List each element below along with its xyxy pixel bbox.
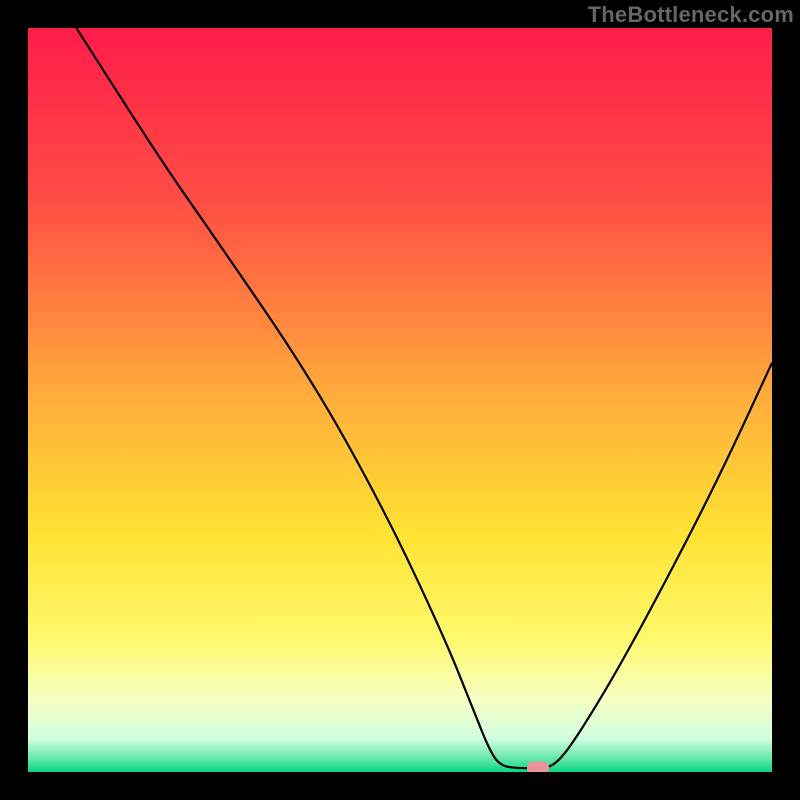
chart-container: TheBottleneck.com: [0, 0, 800, 800]
gradient-background: [28, 28, 772, 772]
watermark-text: TheBottleneck.com: [588, 2, 794, 28]
optimal-point-marker: [527, 762, 549, 772]
plot-area: [28, 28, 772, 772]
